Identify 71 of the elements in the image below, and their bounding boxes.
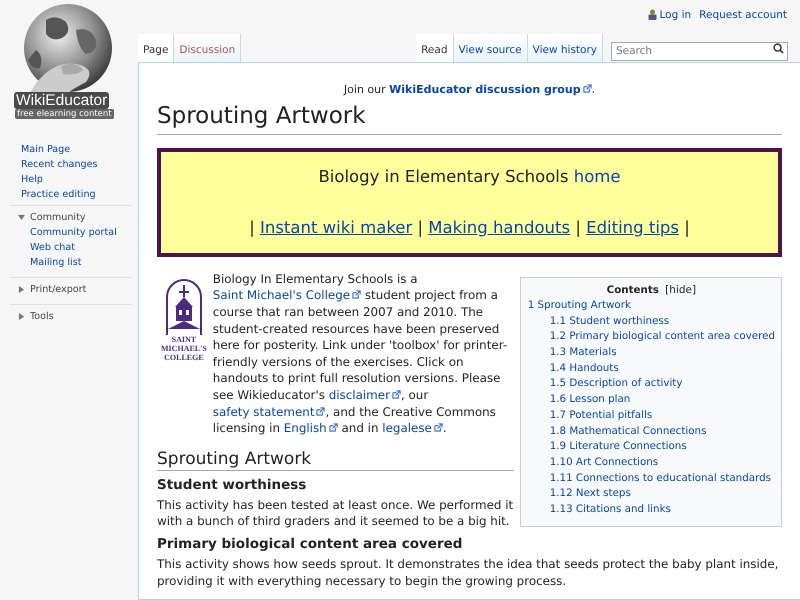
link[interactable]: safety statement	[212, 404, 326, 419]
search-field[interactable]: Search	[611, 42, 788, 60]
external-link-icon	[316, 406, 326, 416]
logo-title: WikiEducator	[14, 92, 110, 109]
portal-heading[interactable]: Print/export	[30, 282, 86, 297]
tab[interactable]: Discussion	[174, 34, 242, 62]
sidebar-link[interactable]: Recent changes	[21, 157, 138, 172]
link[interactable]: WikiEducator discussion group	[389, 83, 592, 96]
page-title: Sprouting Artwork	[157, 102, 782, 135]
banner-links: | Instant wiki maker | Making handouts | Editing tips |	[248, 216, 691, 239]
collapsed-triangle-icon[interactable]	[18, 286, 25, 293]
sidebar-link[interactable]: Mailing list	[30, 255, 132, 270]
portal-heading[interactable]: Tools	[30, 309, 54, 324]
link[interactable]: legalese	[382, 421, 443, 436]
toc-link[interactable]: 1.12 Next steps	[550, 486, 775, 502]
college-name: SAINT	[172, 334, 196, 344]
personal-link[interactable]: Log in	[648, 7, 692, 22]
link[interactable]: English	[284, 421, 338, 436]
site-notice: Join our WikiEducator discussion group .	[342, 83, 596, 96]
portal-heading[interactable]: Community	[30, 210, 86, 225]
toc-link[interactable]: 1.13 Citations and links	[550, 502, 775, 518]
link[interactable]: Editing tips	[586, 218, 679, 237]
sidebar-link[interactable]: Community portal	[30, 225, 132, 240]
toc-link[interactable]: 1.1 Student worthiness	[550, 314, 775, 330]
sidebar-link[interactable]: Practice editing	[21, 187, 138, 202]
link[interactable]: Instant wiki maker	[260, 218, 412, 237]
toc-link[interactable]: 1.8 Mathematical Connections	[550, 424, 775, 440]
tab[interactable]: Read	[416, 34, 454, 62]
link[interactable]: home	[574, 166, 621, 186]
link[interactable]: disclaimer	[328, 388, 401, 402]
tab[interactable]: View source	[454, 34, 528, 62]
toc-link[interactable]: 1.2 Primary biological content area covered	[550, 329, 775, 345]
link[interactable]: Saint Michael's College	[212, 288, 362, 302]
toc-link[interactable]: 1.11 Connections to educational standards	[550, 470, 775, 486]
sidebar-link[interactable]: Help	[21, 172, 138, 187]
college-name: MICHAEL'S	[161, 344, 207, 353]
section-heading: Sprouting Artwork	[157, 448, 514, 471]
toc-link[interactable]: 1.6 Lesson plan	[550, 392, 775, 408]
subsection-heading: Student worthiness	[157, 476, 308, 493]
subsection-heading: Primary biological content area covered	[157, 536, 464, 552]
external-link-icon	[352, 290, 362, 300]
toc-link[interactable]: 1.4 Handouts	[550, 360, 775, 376]
college-name: COLLEGE	[164, 352, 204, 362]
tab[interactable]: View history	[528, 34, 603, 62]
toc-link[interactable]: 1.9 Literature Connections	[550, 439, 775, 455]
external-link-icon	[328, 423, 338, 432]
external-link-icon	[582, 84, 592, 93]
toc-link[interactable]: 1.5 Description of activity	[550, 376, 775, 392]
sidebar-link[interactable]: Main Page	[21, 142, 138, 157]
external-link-icon	[434, 423, 443, 432]
toc-title: Contents	[606, 284, 659, 296]
logo-tagline: free elearning content	[15, 109, 114, 119]
expanded-triangle-icon[interactable]	[18, 214, 25, 221]
personal-link[interactable]: Request account	[699, 7, 787, 22]
sidebar-link[interactable]: Web chat	[30, 240, 132, 255]
link[interactable]: Making handouts	[428, 218, 570, 237]
external-link-icon	[392, 390, 401, 400]
banner-text: Biology in Elementary Schools home	[317, 166, 622, 188]
toc-link[interactable]: 1.10 Art Connections	[550, 454, 775, 471]
tab[interactable]: Page	[138, 34, 174, 62]
user-icon	[648, 9, 656, 20]
toc-link[interactable]: 1.7 Potential pitfalls	[550, 408, 775, 424]
collapsed-triangle-icon[interactable]	[18, 313, 25, 320]
toc-link[interactable]: 1.3 Materials	[550, 345, 775, 361]
paragraph: This activity shows how seeds sprout. It demonstrates the idea that seeds protect the baby plant inside, providing it with everything necessary to begin the growing process.	[157, 556, 780, 590]
intro-paragraph: Biology In Elementary Schools is a Saint Michael's College student project from a course that ran between 2007 and 2010. The student-created resources have been preserved here for posterity. Link under 'toolbox' for printer-friendly versions of the exercises. Click on handouts to print full resolution versions. Please see Wikieducator's disclaimer , our safety statement , and the Creative Commons licensing in English and in legalese .	[212, 270, 508, 437]
search-icon	[773, 43, 784, 54]
toc-toggle[interactable]: [hide]	[665, 284, 696, 296]
paragraph: This activity has been tested at least once. We performed it with a bunch of third graders and it seemed to be a big hit.	[157, 496, 514, 530]
toc-link[interactable]: 1 Sprouting Artwork	[528, 298, 775, 314]
chapel-icon	[164, 276, 204, 335]
